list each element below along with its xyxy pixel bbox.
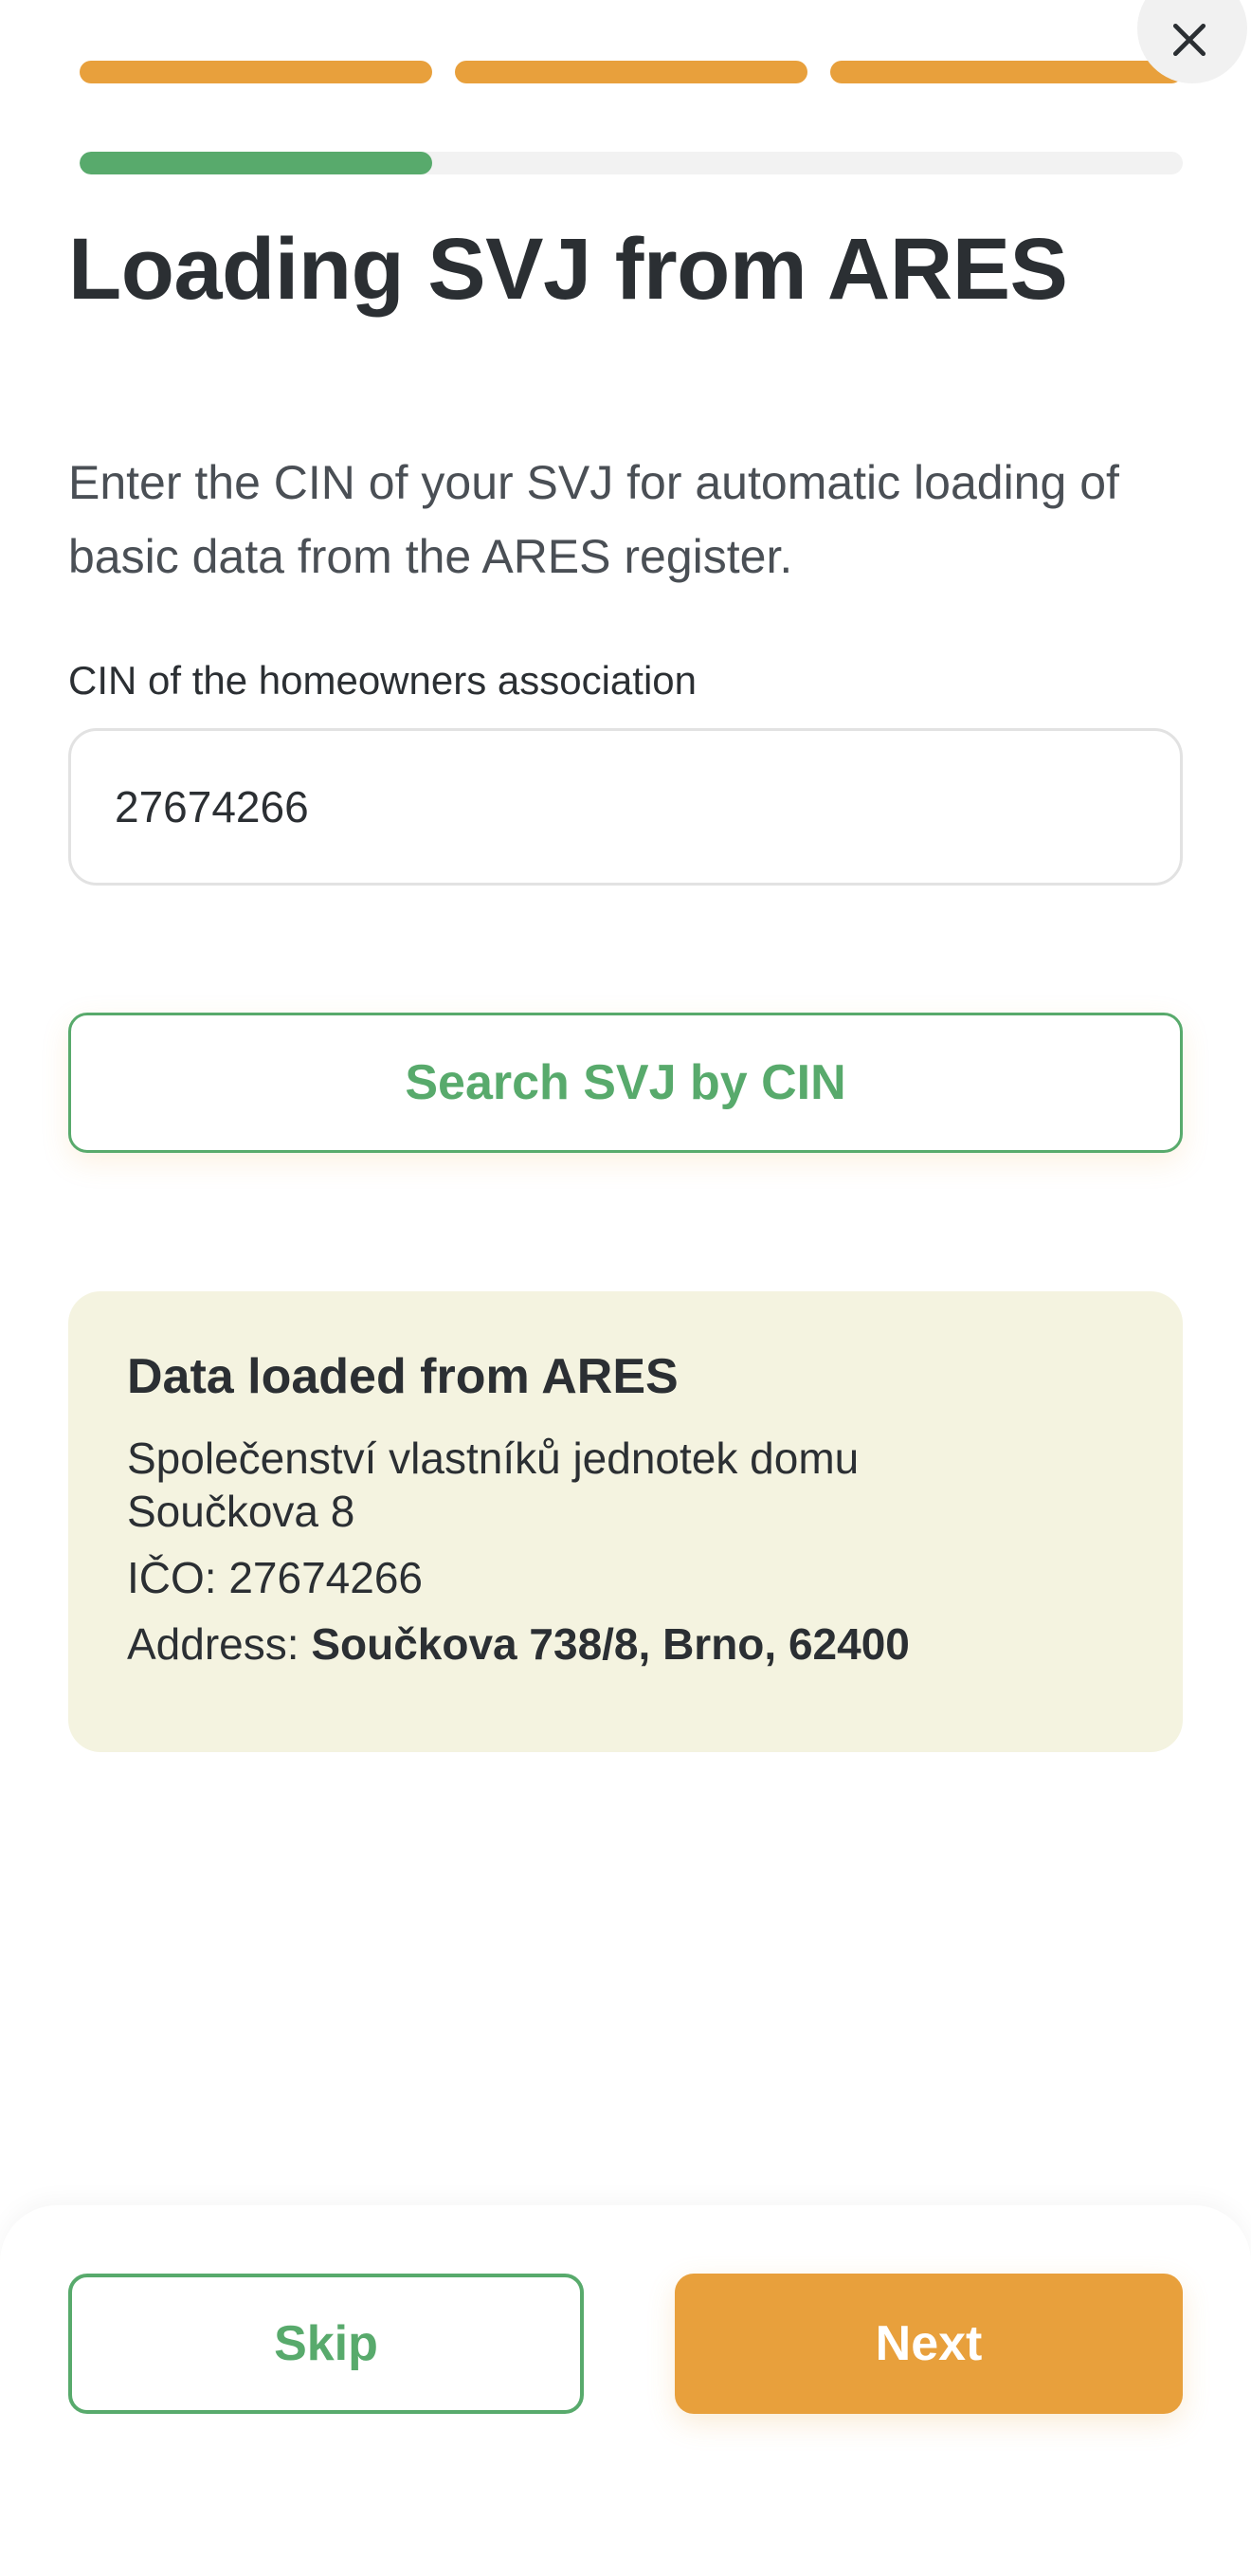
ares-card-heading: Data loaded from ARES xyxy=(127,1349,679,1404)
step-indicator-1 xyxy=(80,61,432,83)
step-indicator-3 xyxy=(830,61,1183,83)
address-label: Address: xyxy=(127,1619,299,1669)
intro-text: Enter the CIN of your SVJ for automatic … xyxy=(68,456,1119,583)
svj-name-text: Společenství vlastníků jednotek domu Sou… xyxy=(127,1434,860,1536)
ares-svj-name: Společenství vlastníků jednotek domu Sou… xyxy=(127,1432,1124,1538)
page-title: Loading SVJ from ARES xyxy=(68,221,1068,318)
onboarding-screen: Loading SVJ from ARES Enter the CIN of y… xyxy=(0,0,1251,2576)
cin-field-label: CIN of the homeowners association xyxy=(68,658,697,703)
substep-progress-fill xyxy=(80,152,433,174)
substep-progress-bar xyxy=(80,152,1183,174)
close-icon xyxy=(1172,23,1206,57)
ico-value: 27674266 xyxy=(228,1553,424,1602)
ares-result-card: Data loaded from ARES Společenství vlast… xyxy=(68,1291,1183,1752)
ares-address-row: Address: Součkova 738/8, Brno, 62400 xyxy=(127,1617,1124,1671)
ares-ico-row: IČO: 27674266 xyxy=(127,1551,1124,1604)
step-indicator-2 xyxy=(455,61,807,83)
skip-button[interactable]: Skip xyxy=(68,2274,584,2414)
next-button[interactable]: Next xyxy=(675,2274,1183,2414)
cin-input[interactable] xyxy=(68,728,1183,886)
search-svj-button[interactable]: Search SVJ by CIN xyxy=(68,1013,1183,1153)
address-value: Součkova 738/8, Brno, 62400 xyxy=(311,1619,910,1669)
step-progress xyxy=(80,61,1183,83)
ico-label: IČO: xyxy=(127,1553,217,1602)
